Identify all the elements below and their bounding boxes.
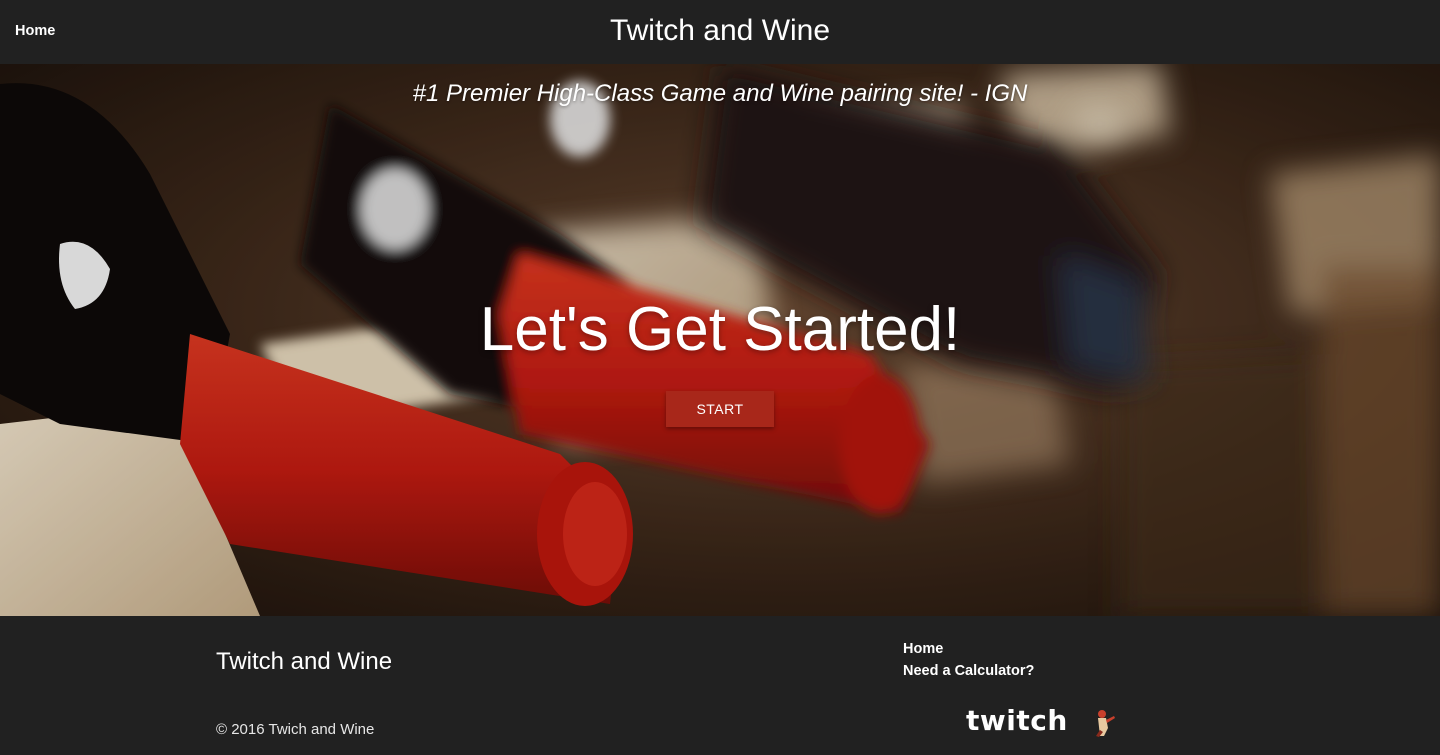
hero-tagline: #1 Premier High-Class Game and Wine pair…	[412, 80, 1028, 107]
copyright-notice: © 2016 Twich and Wine	[216, 721, 375, 738]
footer-calculator-link[interactable]: Need a Calculator?	[903, 660, 1034, 682]
hero-banner: #1 Premier High-Class Game and Wine pair…	[0, 64, 1440, 616]
twitch-logo: twitch	[966, 704, 1115, 737]
hero-headline: Let's Get Started!	[479, 295, 961, 364]
twitch-mascot-icon	[1096, 710, 1115, 737]
site-title: Twitch and Wine	[609, 14, 831, 47]
footer-home-link[interactable]: Home	[903, 638, 1034, 660]
top-navbar: Home Twitch and Wine	[0, 0, 1440, 64]
footer-title: Twitch and Wine	[216, 648, 393, 675]
footer-links: Home Need a Calculator?	[903, 638, 1034, 682]
page-footer: Twitch and Wine Home Need a Calculator? …	[0, 616, 1440, 755]
start-button[interactable]: START	[666, 391, 774, 427]
twitch-wordmark: twitch	[966, 704, 1068, 737]
